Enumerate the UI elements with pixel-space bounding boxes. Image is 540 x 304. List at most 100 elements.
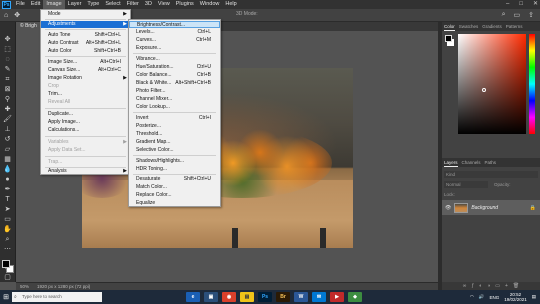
menu-item-replace-color[interactable]: Replace Color... [129, 192, 220, 199]
screen-mode-icon[interactable]: ▢ [2, 274, 14, 282]
menu-item-auto-contrast[interactable]: Auto Contrast Alt+Shift+Ctrl+L [41, 40, 130, 47]
color-field[interactable] [458, 34, 526, 134]
taskbar-app-icon[interactable]: W [294, 292, 308, 302]
menu-item-color-balance[interactable]: Color Balance... Ctrl+B [129, 72, 220, 79]
pen-icon[interactable]: ✒ [2, 186, 14, 194]
taskbar-app-icon[interactable]: ◉ [222, 292, 236, 302]
menu-item-posterize[interactable]: Posterize... [129, 123, 220, 130]
layer-row-background[interactable]: 👁 Background 🔒 [442, 200, 540, 215]
menu-item-auto-color[interactable]: Auto Color Shift+Ctrl+B [41, 48, 130, 55]
dodge-icon[interactable]: ● [2, 176, 14, 184]
maximize-button[interactable]: □ [519, 0, 523, 9]
menu-layer[interactable]: Layer [65, 0, 85, 9]
menu-item-image-rotation[interactable]: Image Rotation ▶ [41, 75, 130, 82]
menu-item-black-white[interactable]: Black & White... Alt+Shift+Ctrl+B [129, 80, 220, 87]
blur-icon[interactable]: 💧 [2, 166, 14, 174]
trash-icon[interactable]: 🗑 [513, 282, 519, 290]
more-tools-icon[interactable]: ⋯ [2, 246, 14, 254]
menu-item-photo-filter[interactable]: Photo Filter... [129, 88, 220, 95]
menu-item-selective-color[interactable]: Selective Color... [129, 147, 220, 154]
menu-window[interactable]: Window [197, 0, 223, 9]
menu-item-canvas-size[interactable]: Canvas Size... Alt+Ctrl+C [41, 67, 130, 74]
taskbar-app-icon[interactable]: e [186, 292, 200, 302]
shape-icon[interactable]: ▭ [2, 216, 14, 224]
move-tool-icon[interactable]: ✥ [14, 11, 20, 19]
frame-icon[interactable]: ⊠ [2, 86, 14, 94]
color-panel-foreground-swatch[interactable] [445, 35, 452, 42]
new-layer-icon[interactable]: + [505, 282, 508, 290]
home-icon[interactable]: ⌂ [4, 12, 8, 19]
tab-patterns[interactable]: Patterns [506, 22, 523, 31]
link-icon[interactable]: ∞ [463, 282, 467, 290]
document-info[interactable]: 1920 px x 1280 px (72 ppi) [37, 283, 90, 290]
share-icon[interactable]: ⇪ [528, 11, 534, 19]
menu-view[interactable]: View [155, 0, 173, 9]
blend-mode-select[interactable]: Normal [444, 181, 488, 188]
menu-item-channel-mixer[interactable]: Channel Mixer... [129, 96, 220, 103]
menu-item-desaturate[interactable]: Desaturate Shift+Ctrl+U [129, 176, 220, 183]
document-tab[interactable]: © Brigh [16, 22, 41, 31]
brush-icon[interactable]: 🖌 [2, 116, 14, 124]
taskbar-app-icon[interactable]: Br [276, 292, 290, 302]
color-picker-ring[interactable] [482, 88, 486, 92]
menu-item-vibrance[interactable]: Vibrance... [129, 56, 220, 63]
eraser-icon[interactable]: ▱ [2, 146, 14, 154]
menu-type[interactable]: Type [84, 0, 102, 9]
menu-item-brightness-contrast[interactable]: Brightness/Contrast... [129, 21, 220, 28]
menu-item-threshold[interactable]: Threshold... [129, 131, 220, 138]
wifi-icon[interactable]: ◠ [470, 294, 474, 300]
menu-item-invert[interactable]: Invert Ctrl+I [129, 115, 220, 122]
tab-channels[interactable]: Channels [462, 158, 481, 167]
menu-item-gradient-map[interactable]: Gradient Map... [129, 139, 220, 146]
menu-item-mode[interactable]: Mode ▶ [41, 11, 130, 18]
menu-item-exposure[interactable]: Exposure... [129, 45, 220, 52]
fx-icon[interactable]: ƒ [471, 282, 474, 290]
menu-item-hdr-toning[interactable]: HDR Toning... [129, 166, 220, 173]
menu-item-auto-tone[interactable]: Auto Tone Shift+Ctrl+L [41, 32, 130, 39]
windows-start-icon[interactable]: ⊞ [0, 290, 12, 304]
menu-help[interactable]: Help [222, 0, 239, 9]
hand-icon[interactable]: ✋ [2, 226, 14, 234]
quick-select-icon[interactable]: ✎ [2, 66, 14, 74]
crop-icon[interactable]: ⌗ [2, 76, 14, 84]
menu-image[interactable]: Image [43, 0, 65, 9]
lasso-icon[interactable]: ◌ [2, 56, 14, 64]
folder-icon[interactable]: ▭ [495, 282, 500, 290]
foreground-color-swatch[interactable] [1, 260, 10, 268]
menu-edit[interactable]: Edit [28, 0, 43, 9]
menu-item-hue-saturation[interactable]: Hue/Saturation... Ctrl+U [129, 64, 220, 71]
volume-icon[interactable]: 🔊 [479, 294, 485, 300]
notification-icon[interactable]: ▤ [532, 294, 536, 300]
taskbar-app-icon[interactable]: Ps [258, 292, 272, 302]
minimize-button[interactable]: – [506, 0, 509, 9]
stamp-icon[interactable]: ⊥ [2, 126, 14, 134]
eyedropper-icon[interactable]: ⚲ [2, 96, 14, 104]
move-icon[interactable]: ✥ [2, 36, 14, 44]
menu-file[interactable]: File [13, 0, 28, 9]
menu-item-analysis[interactable]: Analysis ▶ [41, 168, 130, 175]
menu-item-curves[interactable]: Curves... Ctrl+M [129, 37, 220, 44]
adjustment-layer-icon[interactable]: ◑ [487, 282, 490, 290]
path-select-icon[interactable]: ➤ [2, 206, 14, 214]
menu-plugins[interactable]: Plugins [173, 0, 197, 9]
taskbar-app-icon[interactable]: ✉ [312, 292, 326, 302]
tab-layers[interactable]: Layers [444, 158, 458, 167]
taskbar-app-icon[interactable]: ◆ [348, 292, 362, 302]
menu-item-calculations[interactable]: Calculations... [41, 127, 130, 134]
zoom-icon[interactable]: ⌕ [2, 236, 14, 244]
layer-filter-select[interactable]: Kind [444, 171, 538, 178]
history-brush-icon[interactable]: ↺ [2, 136, 14, 144]
menu-item-image-size[interactable]: Image Size... Alt+Ctrl+I [41, 59, 130, 66]
menu-item-apply-image[interactable]: Apply Image... [41, 119, 130, 126]
close-button[interactable]: ✕ [533, 0, 538, 9]
menu-filter[interactable]: Filter [124, 0, 142, 9]
visibility-eye-icon[interactable]: 👁 [445, 205, 451, 211]
menu-item-trim[interactable]: Trim... [41, 91, 130, 98]
menu-item-match-color[interactable]: Match Color... [129, 184, 220, 191]
menu-3d[interactable]: 3D [142, 0, 155, 9]
type-icon[interactable]: T [2, 196, 14, 204]
taskbar-app-icon[interactable]: ▶ [330, 292, 344, 302]
menu-item-shadows-highlights[interactable]: Shadows/Highlights... [129, 158, 220, 165]
taskbar-app-icon[interactable]: ▣ [204, 292, 218, 302]
hue-slider[interactable] [529, 34, 535, 134]
